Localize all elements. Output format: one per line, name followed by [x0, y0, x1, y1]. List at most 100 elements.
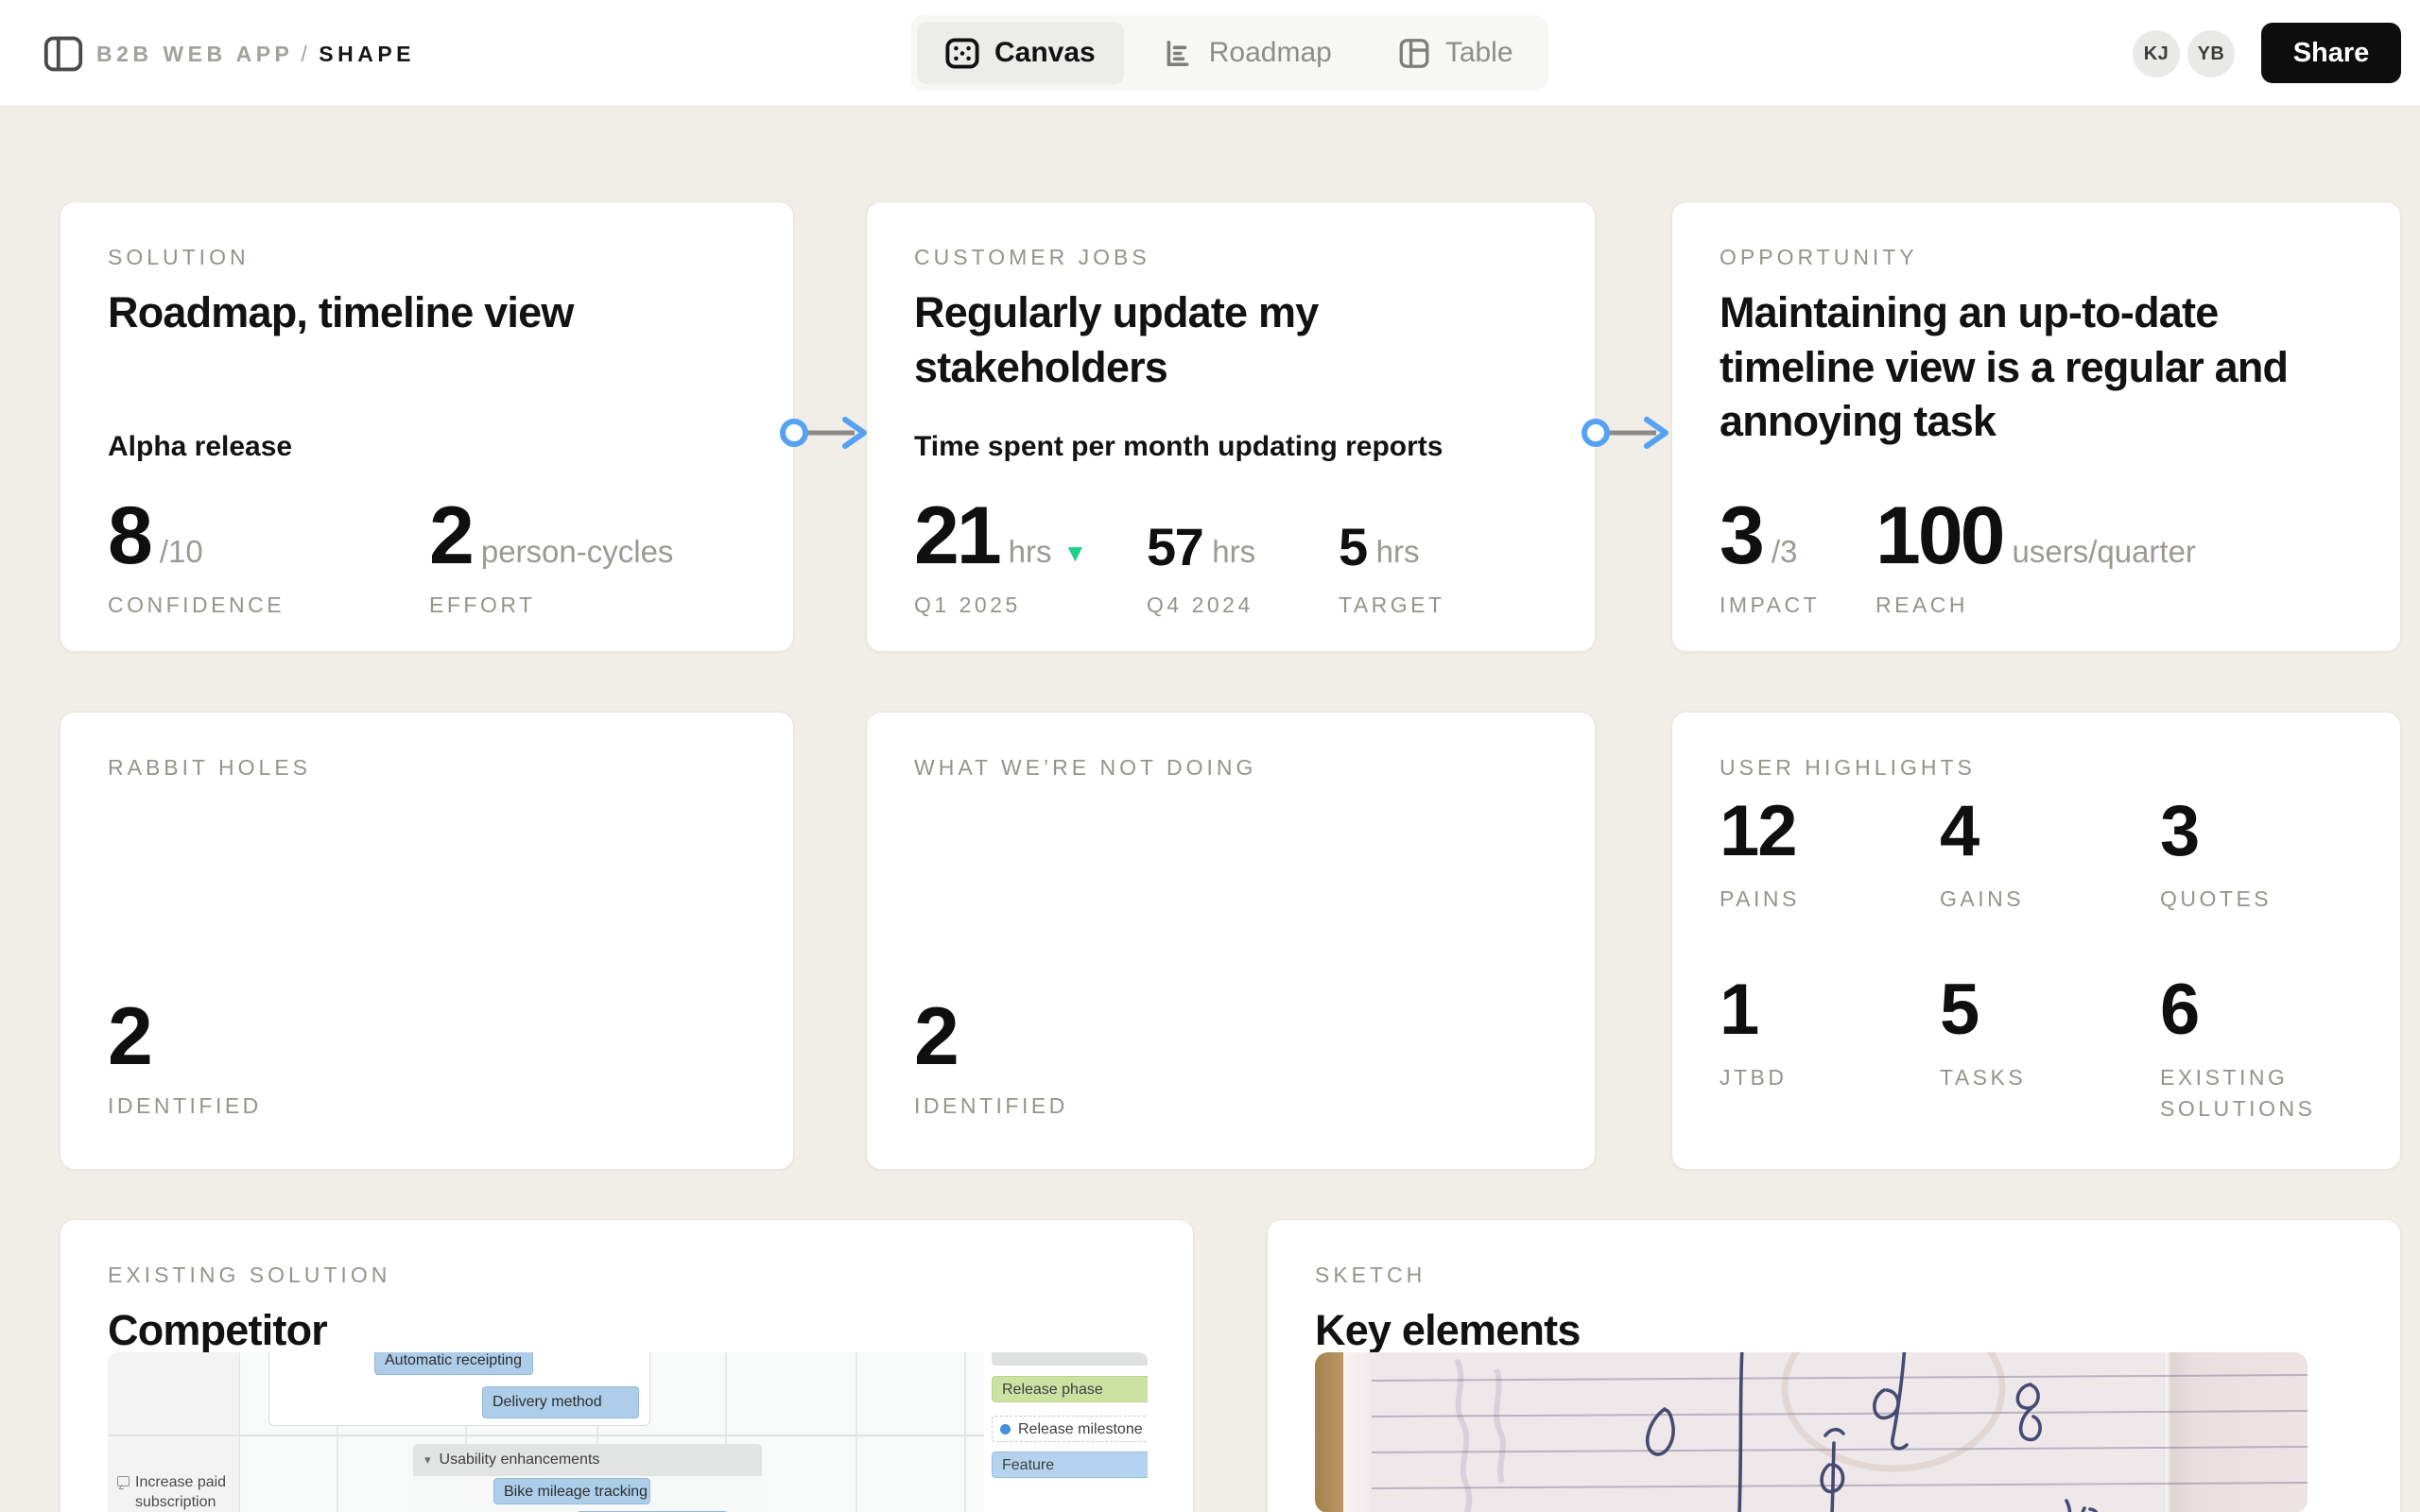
- tab-table[interactable]: Table: [1370, 22, 1542, 84]
- stat-value: 2: [914, 1000, 957, 1074]
- card-label: EXISTING SOLUTION: [108, 1263, 390, 1288]
- card-label: SKETCH: [1315, 1263, 1426, 1288]
- stat-value: 21: [914, 499, 999, 574]
- tab-table-label: Table: [1445, 37, 1513, 69]
- avatar[interactable]: YB: [2187, 30, 2235, 77]
- card-user-highlights[interactable]: USER HIGHLIGHTS 12 PAINS 4 GAINS 3 QUOTE…: [1671, 712, 2401, 1170]
- stat-target: 5hrs TARGET: [1339, 490, 1445, 620]
- stat-value: 5: [1339, 521, 1367, 574]
- card-label: USER HIGHLIGHTS: [1720, 755, 1976, 781]
- card-label: WHAT WE’RE NOT DOING: [914, 755, 1256, 781]
- stat-effort: 2person-cycles EFFORT: [429, 490, 673, 620]
- stat-label: IDENTIFIED: [108, 1091, 262, 1121]
- row-divider: [108, 1435, 984, 1436]
- stat-unit: hrs: [1376, 534, 1420, 574]
- tab-roadmap[interactable]: Roadmap: [1133, 22, 1360, 84]
- stat-label: GAINS: [1940, 884, 2129, 915]
- sidebar-item-label: Increase paid subscription: [135, 1473, 234, 1512]
- stat-q1-2025: 21hrs▼ Q1 2025: [914, 490, 1147, 620]
- collaborator-avatars: KJ YB: [2133, 30, 2242, 77]
- stat-unit: hrs: [1009, 534, 1052, 574]
- card-label: CUSTOMER JOBS: [914, 245, 1150, 270]
- stat-value: 57: [1147, 521, 1202, 574]
- stat-pains: 12 PAINS: [1720, 790, 1940, 916]
- sketch-photo: [1315, 1352, 2308, 1512]
- stat-jtbd: 1 JTBD: [1720, 969, 1940, 1125]
- connector-jobs-to-opportunity[interactable]: [1577, 404, 1673, 461]
- grid-line: [964, 1352, 966, 1512]
- stat-label: IMPACT: [1720, 591, 1876, 620]
- gantt-group-header: ▾Usability enhancements: [413, 1444, 762, 1476]
- sketch-doodles: [1315, 1352, 2308, 1512]
- tab-roadmap-label: Roadmap: [1209, 37, 1332, 69]
- stat-value: 2: [429, 499, 472, 574]
- sidebar-toggle-icon[interactable]: [43, 33, 84, 75]
- card-not-doing[interactable]: WHAT WE’RE NOT DOING 2 IDENTIFIED: [866, 712, 1596, 1170]
- app-header: B2B WEB APP/SHAPE Canvas: [0, 0, 2420, 107]
- card-solution[interactable]: SOLUTION Roadmap, timeline view Alpha re…: [60, 201, 794, 652]
- stat-label: Q4 2024: [1147, 591, 1339, 620]
- stat-label: PAINS: [1720, 884, 1909, 915]
- screenshot-sidebar: Increase paid subscription: [108, 1352, 240, 1512]
- canvas-dice-icon: [945, 38, 979, 69]
- stat-identified: 2 IDENTIFIED: [914, 991, 1068, 1121]
- gantt-group-label: Usability enhancements: [440, 1452, 600, 1468]
- legend-item: Release phase: [992, 1376, 1148, 1402]
- breadcrumb-page: SHAPE: [319, 42, 415, 66]
- stat-label: TARGET: [1339, 591, 1445, 620]
- roadmap-chart-icon: [1162, 38, 1194, 69]
- card-sketch[interactable]: SKETCH Key elements: [1267, 1219, 2401, 1512]
- card-title: Competitor: [108, 1303, 1146, 1358]
- stat-label: REACH: [1876, 591, 2196, 620]
- stat-value: 3: [2160, 790, 2380, 872]
- stat-unit: users/quarter: [2013, 534, 2196, 574]
- gantt-bar: Bike mileage tracking: [493, 1478, 650, 1504]
- stat-unit: hrs: [1212, 534, 1255, 574]
- card-opportunity[interactable]: OPPORTUNITY Maintaining an up-to-date ti…: [1671, 201, 2401, 652]
- stat-unit: person-cycles: [481, 534, 674, 574]
- breadcrumb-separator: /: [293, 42, 319, 66]
- card-subtitle: Time spent per month updating reports: [914, 431, 1443, 463]
- table-grid-icon: [1398, 38, 1430, 69]
- card-existing-solution[interactable]: EXISTING SOLUTION Competitor Increase pa…: [60, 1219, 1194, 1512]
- card-title: Key elements: [1315, 1303, 2353, 1358]
- card-subtitle: Alpha release: [108, 431, 292, 463]
- card-label: RABBIT HOLES: [108, 755, 311, 781]
- stat-value: 1: [1720, 969, 1940, 1051]
- tab-canvas-label: Canvas: [994, 37, 1096, 69]
- stat-q4-2024: 57hrs Q4 2024: [1147, 490, 1339, 620]
- stat-value: 100: [1876, 499, 2003, 574]
- stat-existing-solutions: 6 EXISTING SOLUTIONS: [2160, 969, 2380, 1125]
- legend-item-phase: [992, 1352, 1148, 1366]
- stat-value: 8: [108, 499, 150, 574]
- card-title: Roadmap, timeline view: [108, 285, 746, 340]
- avatar[interactable]: KJ: [2133, 30, 2180, 77]
- stat-label: EFFORT: [429, 591, 673, 620]
- card-customer-jobs[interactable]: CUSTOMER JOBS Regularly update my stakeh…: [866, 201, 1596, 652]
- breadcrumb: B2B WEB APP/SHAPE: [96, 42, 415, 67]
- stat-gains: 4 GAINS: [1940, 790, 2160, 916]
- stat-impact: 3/3 IMPACT: [1720, 490, 1876, 620]
- stat-label: IDENTIFIED: [914, 1091, 1068, 1121]
- card-label: OPPORTUNITY: [1720, 245, 1918, 270]
- view-switcher: Canvas Roadmap Table: [910, 15, 1548, 91]
- stat-tasks: 5 TASKS: [1940, 969, 2160, 1125]
- stat-confidence: 8/10 CONFIDENCE: [108, 490, 429, 620]
- card-rabbit-holes[interactable]: RABBIT HOLES 2 IDENTIFIED: [60, 712, 794, 1170]
- gantt-bar: Delivery method: [482, 1386, 639, 1418]
- legend-item: Feature: [992, 1452, 1148, 1478]
- stat-value: 2: [108, 1000, 150, 1074]
- stat-value: 6: [2160, 969, 2380, 1051]
- stat-label: TASKS: [1940, 1062, 2129, 1093]
- stat-value: 4: [1940, 790, 2160, 872]
- trend-down-icon: ▼: [1063, 539, 1088, 574]
- share-button[interactable]: Share: [2261, 23, 2401, 83]
- connector-solution-to-jobs[interactable]: [775, 404, 872, 461]
- tab-canvas[interactable]: Canvas: [917, 22, 1124, 84]
- stat-label: EXISTING SOLUTIONS: [2160, 1062, 2349, 1125]
- milestone-dot-icon: [1000, 1424, 1011, 1435]
- stat-label: JTBD: [1720, 1062, 1909, 1093]
- card-title: Maintaining an up-to-date timeline view …: [1720, 285, 2353, 449]
- breadcrumb-app[interactable]: B2B WEB APP: [96, 42, 293, 66]
- competitor-screenshot: Increase paid subscription Automatic rec…: [108, 1352, 1148, 1512]
